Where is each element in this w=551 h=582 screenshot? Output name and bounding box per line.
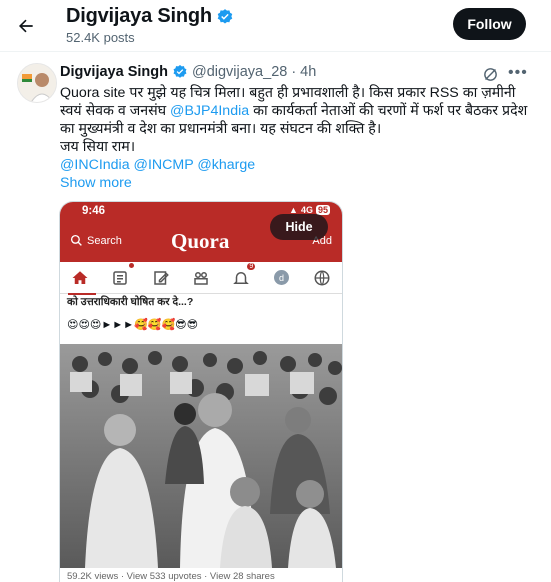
tweet-time[interactable]: 4h bbox=[300, 64, 316, 80]
hide-button[interactable]: Hide bbox=[270, 214, 328, 240]
author-handle[interactable]: @digvijaya_28 bbox=[192, 64, 287, 80]
header-name: Digvijaya Singh bbox=[66, 5, 212, 27]
quora-search: Search bbox=[70, 234, 122, 247]
quora-nav: 9 d bbox=[60, 262, 342, 295]
avatar-image bbox=[18, 64, 56, 102]
notification-badge: 9 bbox=[247, 262, 256, 270]
grok-icon bbox=[484, 68, 497, 81]
follow-button[interactable]: Follow bbox=[453, 8, 526, 40]
profile-icon: d bbox=[270, 266, 294, 290]
verified-badge-icon bbox=[173, 65, 187, 78]
status-time: 9:46 bbox=[82, 205, 106, 217]
back-button[interactable] bbox=[12, 12, 40, 40]
meta-separator: · bbox=[291, 64, 297, 80]
arrow-left-icon bbox=[19, 19, 33, 33]
tweet-text: Quora site पर मुझे यह चित्र मिला। बहुत ह… bbox=[60, 84, 530, 156]
crowd-photo-image bbox=[60, 344, 342, 568]
home-icon bbox=[68, 266, 97, 295]
profile-header: Digvijaya Singh 52.4K posts Follow bbox=[0, 0, 551, 52]
mention-bjp4india[interactable]: @BJP4India bbox=[170, 103, 249, 119]
tweet-mentions[interactable]: @INCIndia @INCMP @kharge bbox=[60, 157, 255, 173]
edit-icon bbox=[149, 266, 173, 290]
avatar[interactable] bbox=[17, 63, 57, 103]
following-icon bbox=[108, 262, 135, 290]
show-more-link[interactable]: Show more bbox=[60, 175, 132, 191]
tweet-author-row: Digvijaya Singh @digvijaya_28 · 4h bbox=[60, 64, 316, 80]
tweet-text-line2: जय सिया राम। bbox=[60, 139, 136, 155]
posts-count: 52.4K posts bbox=[66, 30, 135, 45]
quora-footer: 59.2K views · View 533 upvotes · View 28… bbox=[67, 571, 275, 582]
more-options-button[interactable]: ••• bbox=[508, 64, 528, 82]
author-name[interactable]: Digvijaya Singh bbox=[60, 64, 168, 80]
verified-badge-icon bbox=[217, 8, 233, 24]
more-dots-icon: ••• bbox=[508, 64, 528, 81]
quora-question-text: को उत्तराधिकारी घोषित कर दे...? bbox=[67, 296, 194, 308]
tweet-media[interactable]: 9:46 ▲ 4G 95 Search Quora Add 9 d को उत्… bbox=[59, 201, 343, 582]
bell-icon: 9 bbox=[229, 262, 256, 290]
globe-icon bbox=[310, 266, 334, 290]
header-title: Digvijaya Singh bbox=[66, 5, 234, 28]
quora-emojis: 😍😍😍►►►🥰🥰🥰😎😎 bbox=[67, 319, 199, 331]
quora-search-label: Search bbox=[87, 234, 122, 247]
spaces-icon bbox=[189, 266, 213, 290]
search-icon bbox=[70, 234, 82, 246]
crowd-photo bbox=[60, 344, 342, 568]
quora-logo: Quora bbox=[171, 229, 230, 253]
